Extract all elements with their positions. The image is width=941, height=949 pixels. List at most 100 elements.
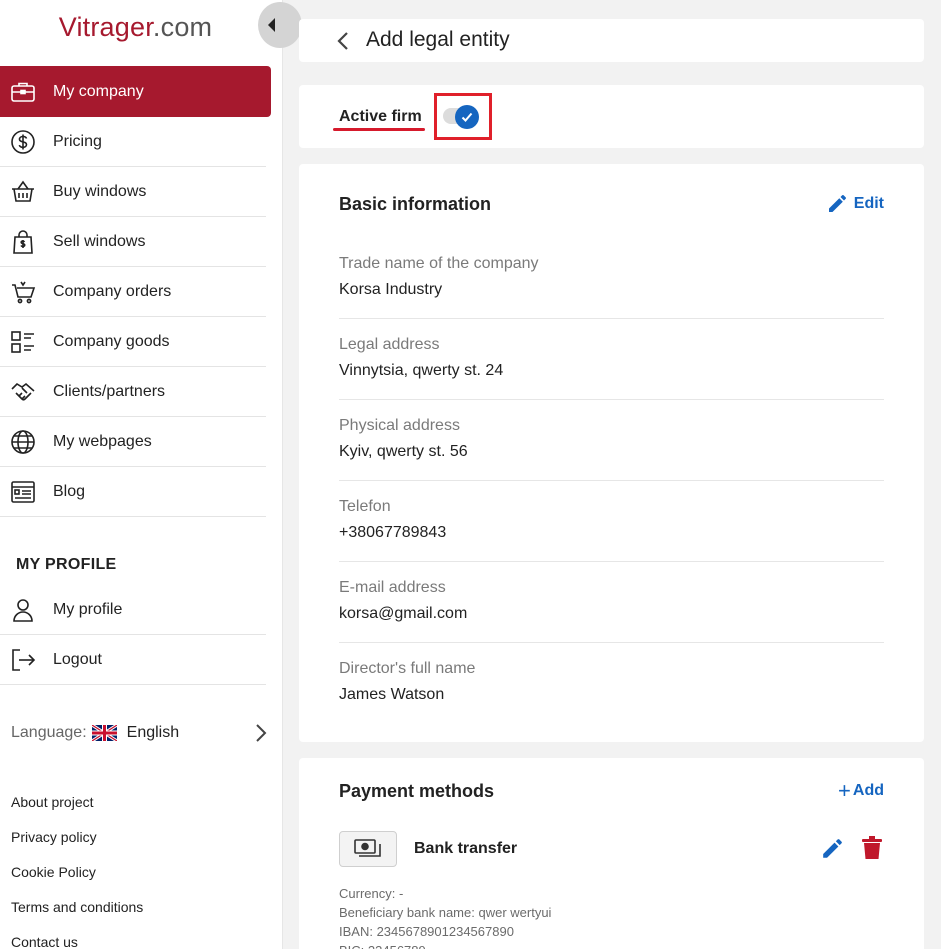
footer-link-terms[interactable]: Terms and conditions — [11, 898, 143, 933]
divider — [339, 561, 884, 562]
field-value: James Watson — [339, 686, 445, 703]
field-label: Director's full name — [339, 660, 476, 677]
uk-flag-icon — [91, 725, 117, 741]
nav-label: Sell windows — [53, 232, 146, 250]
field-label: E-mail address — [339, 579, 446, 596]
delete-trash-icon[interactable] — [862, 836, 882, 860]
globe-icon — [10, 429, 36, 455]
cart-icon — [10, 279, 36, 305]
field-telefon: Telefon +38067789843 — [339, 498, 884, 579]
edit-payment-pencil-icon[interactable] — [821, 838, 843, 860]
footer-links: About project Privacy policy Cookie Poli… — [11, 793, 143, 949]
add-label: Add — [852, 782, 884, 799]
nav-item-company-orders[interactable]: Company orders — [0, 267, 266, 317]
basic-info-title: Basic information — [339, 194, 492, 214]
nav-label: My webpages — [53, 432, 152, 450]
divider — [339, 480, 884, 481]
nav-label: Pricing — [53, 132, 102, 150]
sidebar: Vitrager.com My company Pricing Buy wind… — [0, 0, 283, 949]
nav-item-pricing[interactable]: Pricing — [0, 117, 266, 167]
annotation-underline — [333, 128, 425, 131]
active-firm-toggle[interactable] — [443, 105, 481, 129]
collapse-arrow-icon — [268, 18, 275, 32]
divider — [339, 642, 884, 643]
nav-item-my-company[interactable]: My company — [0, 66, 271, 117]
page-header: Add legal entity — [299, 19, 924, 62]
detail-iban: IBAN: 2345678901234567890 — [339, 924, 514, 939]
nav-item-company-goods[interactable]: Company goods — [0, 317, 266, 367]
field-legal-address: Legal address Vinnytsia, qwerty st. 24 — [339, 336, 884, 417]
language-value: English — [126, 724, 180, 741]
add-payment-button[interactable]: + Add — [838, 778, 884, 803]
nav-label: My profile — [53, 600, 123, 618]
field-value: +38067789843 — [339, 524, 447, 541]
list-grid-icon — [10, 329, 36, 355]
field-trade-name: Trade name of the company Korsa Industry — [339, 255, 884, 336]
nav-item-logout[interactable]: Logout — [0, 635, 266, 685]
field-label: Legal address — [339, 336, 440, 353]
nav-item-clients-partners[interactable]: Clients/partners — [0, 367, 266, 417]
detail-currency: Currency: - — [339, 886, 404, 901]
profile-nav: My profile Logout — [0, 585, 266, 685]
plus-icon: + — [838, 778, 851, 803]
logo[interactable]: Vitrager.com — [0, 12, 271, 43]
edit-button[interactable]: Edit — [827, 194, 884, 214]
main-nav: My company Pricing Buy windows Sell wind… — [0, 66, 271, 517]
field-value: Kyiv, qwerty st. 56 — [339, 443, 468, 460]
field-email: E-mail address korsa@gmail.com — [339, 579, 884, 660]
user-icon — [10, 597, 36, 623]
language-label: Language: — [11, 724, 87, 741]
nav-label: Buy windows — [53, 182, 147, 200]
payment-details: Currency: - Beneficiary bank name: qwer … — [339, 884, 551, 949]
chevron-right-icon[interactable] — [255, 723, 267, 743]
basket-icon — [10, 179, 36, 205]
nav-label: Blog — [53, 482, 86, 500]
dollar-icon — [10, 129, 36, 155]
detail-bic: BIC: 23456789 — [339, 941, 551, 949]
detail-bank-name: Beneficiary bank name: qwer wertyui — [339, 905, 552, 920]
nav-item-blog[interactable]: Blog — [0, 467, 266, 517]
handshake-icon — [10, 379, 36, 405]
pencil-icon — [828, 195, 846, 212]
divider — [339, 318, 884, 319]
field-label: Telefon — [339, 498, 391, 515]
nav-label: Company goods — [53, 332, 170, 350]
field-physical-address: Physical address Kyiv, qwerty st. 56 — [339, 417, 884, 498]
basic-info-card: Basic information Edit Trade name of the… — [299, 164, 924, 742]
nav-label: Logout — [53, 650, 102, 668]
language-selector[interactable]: Language: English — [11, 720, 271, 746]
logo-main: Vitrager — [58, 12, 153, 42]
field-value: Korsa Industry — [339, 281, 443, 298]
footer-link-about[interactable]: About project — [11, 793, 143, 828]
payment-method-name: Bank transfer — [414, 840, 518, 857]
divider — [339, 399, 884, 400]
nav-label: Clients/partners — [53, 382, 166, 400]
footer-link-privacy[interactable]: Privacy policy — [11, 828, 143, 863]
field-value: korsa@gmail.com — [339, 605, 468, 622]
footer-link-cookie[interactable]: Cookie Policy — [11, 863, 143, 898]
edit-label: Edit — [853, 195, 884, 212]
article-icon — [10, 479, 36, 505]
payment-methods-title: Payment methods — [339, 781, 495, 801]
sidebar-collapse-button[interactable] — [258, 2, 302, 48]
logout-icon — [10, 647, 36, 673]
bank-transfer-icon — [339, 831, 397, 867]
checkmark-icon — [461, 112, 473, 122]
footer-link-contact[interactable]: Contact us — [11, 933, 143, 949]
nav-item-my-webpages[interactable]: My webpages — [0, 417, 266, 467]
field-label: Trade name of the company — [339, 255, 539, 272]
page-title: Add legal entity — [366, 28, 510, 51]
toggle-knob — [455, 105, 479, 129]
field-director-name: Director's full name James Watson — [339, 660, 884, 741]
nav-item-buy-windows[interactable]: Buy windows — [0, 167, 266, 217]
nav-label: Company orders — [53, 282, 172, 300]
active-firm-card: Active firm — [299, 85, 924, 148]
nav-label: My company — [53, 82, 144, 100]
profile-section-title: MY PROFILE — [16, 556, 117, 573]
logo-suffix: .com — [152, 12, 213, 42]
nav-item-my-profile[interactable]: My profile — [0, 585, 266, 635]
payment-methods-card: Payment methods + Add Bank transfer Curr… — [299, 758, 924, 949]
back-chevron-icon[interactable] — [337, 31, 349, 51]
nav-item-sell-windows[interactable]: Sell windows — [0, 217, 266, 267]
field-value: Vinnytsia, qwerty st. 24 — [339, 362, 504, 379]
